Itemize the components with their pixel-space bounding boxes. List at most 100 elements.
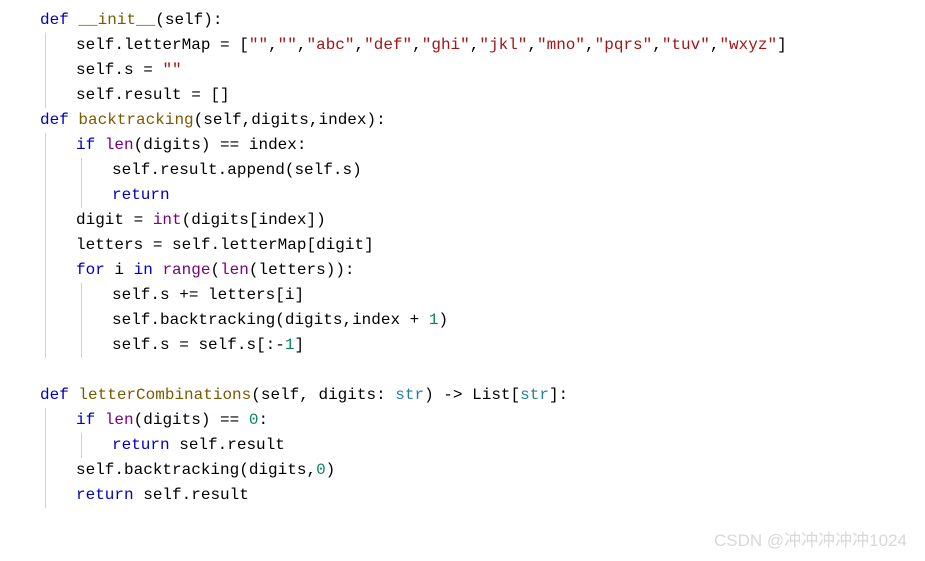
indent-guide	[76, 283, 112, 308]
token-op	[153, 258, 163, 283]
token-punct: [	[249, 208, 259, 233]
token-str: "def"	[364, 33, 412, 58]
token-punct: (	[239, 458, 249, 483]
token-op	[69, 108, 79, 133]
indent-guide	[40, 483, 76, 508]
token-punct: )):	[326, 258, 355, 283]
indent-guide	[4, 58, 40, 83]
watermark: CSDN @冲冲冲冲冲1024	[714, 526, 907, 551]
token-id: digits	[318, 383, 376, 408]
token-id: s	[160, 333, 170, 358]
token-punct: ,	[342, 308, 352, 333]
token-punct: [	[239, 33, 249, 58]
token-str: "ghi"	[422, 33, 470, 58]
token-punct: ,	[527, 33, 537, 58]
indent-guide	[4, 233, 40, 258]
token-punct: (	[285, 158, 295, 183]
token-punct: (	[194, 108, 204, 133]
code-line: if len(digits) == index:	[4, 133, 921, 158]
token-op	[134, 483, 144, 508]
token-id: s	[342, 158, 352, 183]
token-id: digits	[285, 308, 343, 333]
indent-guide	[4, 483, 40, 508]
token-op	[170, 433, 180, 458]
token-punct: ):	[203, 8, 222, 33]
token-id: s	[160, 283, 170, 308]
token-punct: ,	[470, 33, 480, 58]
token-punct: (	[182, 208, 192, 233]
indent-guide	[4, 433, 40, 458]
token-str: ""	[162, 58, 181, 83]
token-id: digits	[249, 458, 307, 483]
token-punct: .	[114, 33, 124, 58]
code-line: self.backtracking(digits,index + 1)	[4, 308, 921, 333]
token-str: "tuv"	[662, 33, 710, 58]
token-id: self	[112, 283, 150, 308]
indent-guide	[40, 233, 76, 258]
token-id: result	[160, 158, 218, 183]
token-id: self	[112, 333, 150, 358]
token-punct: .	[150, 333, 160, 358]
token-id: result	[124, 83, 182, 108]
code-line: def letterCombinations(self, digits: str…	[4, 383, 921, 408]
token-op: ==	[210, 408, 248, 433]
indent-guide	[40, 458, 76, 483]
token-num: 0	[316, 458, 326, 483]
indent-guide	[4, 308, 40, 333]
token-op: ==	[210, 133, 248, 158]
indent-guide	[4, 158, 40, 183]
token-str: "jkl"	[479, 33, 527, 58]
token-id: self	[76, 33, 114, 58]
token-kw: return	[112, 183, 170, 208]
token-op: =	[210, 33, 239, 58]
token-op: =	[170, 333, 199, 358]
token-punct: ,	[242, 108, 252, 133]
token-kw: if	[76, 408, 95, 433]
token-id: i	[114, 258, 124, 283]
token-builtin: range	[162, 258, 210, 283]
token-op	[105, 258, 115, 283]
indent-guide	[40, 208, 76, 233]
token-punct: ]	[294, 333, 304, 358]
token-punct: [	[511, 383, 521, 408]
indent-guide	[40, 283, 76, 308]
token-punct: )	[201, 133, 211, 158]
indent-guide	[40, 258, 76, 283]
token-kw: in	[134, 258, 153, 283]
token-kw: def	[40, 8, 69, 33]
token-id: letters	[208, 283, 275, 308]
token-builtin: len	[105, 408, 134, 433]
token-punct: ,	[585, 33, 595, 58]
indent-guide	[4, 108, 40, 133]
code-line: self.letterMap = ["","","abc","def","ghi…	[4, 33, 921, 58]
indent-guide	[40, 308, 76, 333]
token-id: backtracking	[124, 458, 239, 483]
token-id: s	[246, 333, 256, 358]
token-punct: )	[439, 308, 449, 333]
code-line: digit = int(digits[index])	[4, 208, 921, 233]
indent-guide	[4, 333, 40, 358]
token-id: letterMap	[124, 33, 210, 58]
token-id: digits	[251, 108, 309, 133]
code-line: self.result = []	[4, 83, 921, 108]
indent-guide	[4, 183, 40, 208]
indent-guide	[40, 58, 76, 83]
indent-guide	[76, 183, 112, 208]
token-punct: :	[376, 383, 395, 408]
token-id: index	[318, 108, 366, 133]
token-op	[95, 133, 105, 158]
token-id: i	[285, 283, 295, 308]
token-str: "wxyz"	[719, 33, 777, 58]
token-punct: (	[210, 258, 220, 283]
code-line: def __init__(self):	[4, 8, 921, 33]
token-punct: [	[306, 233, 316, 258]
token-builtin: len	[220, 258, 249, 283]
code-line: self.s = ""	[4, 58, 921, 83]
token-op	[69, 8, 79, 33]
token-id: self	[172, 233, 210, 258]
token-kw: def	[40, 383, 69, 408]
token-punct: [	[275, 283, 285, 308]
indent-guide	[40, 33, 76, 58]
code-line: def backtracking(self,digits,index):	[4, 108, 921, 133]
token-id: self	[112, 308, 150, 333]
